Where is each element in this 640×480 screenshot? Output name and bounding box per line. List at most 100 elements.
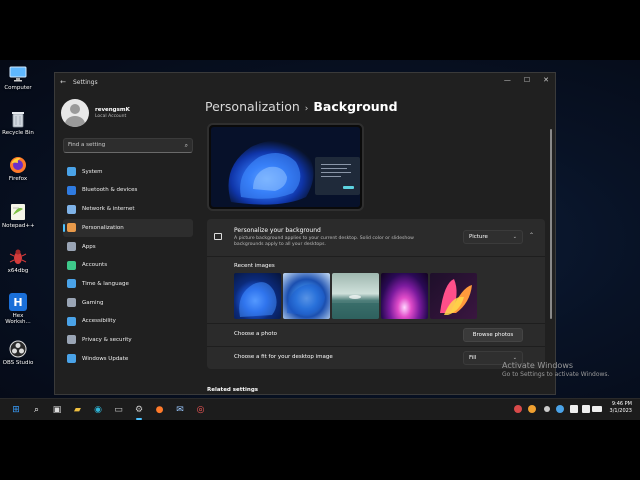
sidebar-item-gaming[interactable]: Gaming bbox=[63, 294, 193, 312]
settings-icon[interactable]: ⚙ bbox=[132, 403, 146, 420]
choose-photo-row: Choose a photo Browse photos bbox=[207, 323, 545, 345]
sidebar-item-label: Windows Update bbox=[82, 355, 129, 362]
clock-time: 9:46 PM bbox=[611, 401, 632, 407]
choose-photo-label: Choose a photo bbox=[234, 331, 278, 337]
desktop-icon-obs-studio[interactable]: OBS Studio bbox=[2, 340, 34, 366]
choose-fit-label: Choose a fit for your desktop image bbox=[234, 354, 333, 360]
search-icon[interactable]: ⌕ bbox=[185, 139, 188, 152]
monitor-icon bbox=[9, 65, 27, 83]
taskbar: ⊞ ⌕ ▣ ▰ ◉ ▭ ⚙ ● ✉ ◎ 9:46 PM 3/1/2023 bbox=[0, 398, 640, 420]
sidebar-item-privacy-security[interactable]: Privacy & security bbox=[63, 331, 193, 349]
recent-image-thumbnail[interactable] bbox=[283, 273, 330, 319]
user-name: revengsmK bbox=[95, 107, 130, 113]
search-input[interactable]: Find a setting ⌕ bbox=[63, 138, 193, 153]
recent-images-label: Recent images bbox=[234, 263, 275, 269]
search-placeholder: Find a setting bbox=[68, 142, 106, 148]
preview-wallpaper bbox=[211, 127, 360, 207]
recent-image-thumbnail[interactable] bbox=[381, 273, 428, 319]
recent-image-thumbnail[interactable] bbox=[234, 273, 281, 319]
wifi-icon[interactable] bbox=[570, 405, 578, 413]
obs-icon[interactable]: ◎ bbox=[194, 403, 208, 417]
desktop-icon-firefox[interactable]: Firefox bbox=[2, 156, 34, 182]
back-arrow-icon[interactable]: ← bbox=[55, 78, 71, 86]
sidebar-item-accessibility[interactable]: Accessibility bbox=[63, 313, 193, 331]
desktop-icon-computer[interactable]: Computer bbox=[2, 65, 34, 91]
desktop-icon-label: Computer bbox=[4, 85, 32, 91]
clock[interactable]: 9:46 PM 3/1/2023 bbox=[610, 401, 632, 415]
desktop-icon-x64dbg[interactable]: x64dbg bbox=[2, 248, 34, 274]
chevron-up-icon[interactable]: ⌃ bbox=[529, 232, 534, 239]
apps-icon bbox=[67, 242, 76, 251]
personalize-background-title: Personalize your background bbox=[234, 227, 321, 234]
sidebar-item-label: Accounts bbox=[82, 262, 108, 269]
minimize-icon[interactable]: — bbox=[504, 76, 511, 84]
shield-icon bbox=[67, 335, 76, 345]
sidebar-item-apps[interactable]: Apps bbox=[63, 238, 193, 256]
related-settings-heading: Related settings bbox=[207, 387, 259, 393]
sidebar-item-system[interactable]: System bbox=[63, 163, 193, 181]
settings-window: ← Settings — ☐ ✕ revengsmK Local Account… bbox=[54, 72, 556, 395]
desktop-icon-label: x64dbg bbox=[7, 268, 29, 274]
sidebar-item-personalization[interactable]: Personalization bbox=[63, 219, 193, 237]
background-type-dropdown[interactable]: Picture ⌄ bbox=[463, 230, 523, 244]
avatar bbox=[61, 99, 89, 127]
file-explorer-icon[interactable]: ▰ bbox=[71, 403, 85, 417]
fit-value: Fill bbox=[469, 355, 477, 361]
terminal-icon[interactable]: ▭ bbox=[112, 403, 126, 417]
recent-image-thumbnail[interactable] bbox=[430, 273, 477, 319]
search-icon[interactable]: ⌕ bbox=[30, 403, 44, 417]
title-bar: ← Settings — ☐ ✕ bbox=[55, 73, 555, 91]
sidebar-item-time-language[interactable]: Time & language bbox=[63, 275, 193, 293]
browse-photos-button[interactable]: Browse photos bbox=[463, 328, 523, 342]
account-type: Local Account bbox=[95, 114, 127, 119]
notepad-plus-plus-icon bbox=[9, 203, 27, 221]
debugger-bug-icon bbox=[9, 248, 27, 266]
choose-fit-row: Choose a fit for your desktop image Fill… bbox=[207, 346, 545, 368]
accounts-icon bbox=[67, 260, 76, 270]
recent-images bbox=[234, 273, 477, 319]
tray-app-icon[interactable] bbox=[528, 405, 536, 413]
breadcrumb-separator: › bbox=[304, 104, 309, 114]
background-type-value: Picture bbox=[469, 234, 488, 240]
tray-cloud-icon[interactable] bbox=[556, 405, 564, 413]
desktop-icon-notepad-plus-plus[interactable]: Notepad++ bbox=[2, 203, 35, 229]
user-profile[interactable]: revengsmK Local Account bbox=[61, 99, 130, 127]
bluetooth-icon bbox=[67, 185, 76, 195]
breadcrumb: Personalization › Background bbox=[205, 99, 398, 114]
scrollbar[interactable] bbox=[550, 129, 552, 319]
close-icon[interactable]: ✕ bbox=[543, 76, 549, 84]
page-title: Background bbox=[313, 99, 398, 114]
tray-antivirus-icon[interactable] bbox=[514, 405, 522, 413]
sidebar-item-accounts[interactable]: Accounts bbox=[63, 256, 193, 274]
sidebar-item-label: Bluetooth & devices bbox=[82, 187, 138, 194]
sidebar-item-label: Apps bbox=[82, 243, 96, 250]
desktop-icon-recycle-bin[interactable]: Recycle Bin bbox=[2, 110, 34, 136]
svg-text:H: H bbox=[13, 296, 22, 309]
chevron-down-icon: ⌄ bbox=[512, 234, 517, 240]
recent-image-thumbnail[interactable] bbox=[332, 273, 379, 319]
firefox-icon bbox=[9, 156, 27, 174]
sidebar-item-network-internet[interactable]: Network & internet bbox=[63, 200, 193, 218]
volume-icon[interactable] bbox=[582, 405, 590, 413]
desktop-icon-hex-workshop[interactable]: H Hex Worksh... bbox=[2, 293, 34, 325]
background-settings-card: Personalize your background A picture ba… bbox=[207, 219, 545, 369]
sidebar-item-label: Network & internet bbox=[82, 206, 135, 213]
system-icon bbox=[67, 167, 76, 177]
chevron-up-icon[interactable] bbox=[544, 406, 550, 412]
controller-icon bbox=[67, 298, 76, 308]
sidebar-item-bluetooth-devices[interactable]: Bluetooth & devices bbox=[63, 182, 193, 200]
edge-icon[interactable]: ◉ bbox=[91, 403, 105, 417]
sidebar-nav: System Bluetooth & devices Network & inter… bbox=[63, 163, 193, 369]
windows-start-icon[interactable]: ⊞ bbox=[9, 403, 23, 417]
maximize-icon[interactable]: ☐ bbox=[524, 76, 530, 84]
personalize-background-header[interactable]: Personalize your background A picture ba… bbox=[207, 219, 545, 257]
sidebar-item-windows-update[interactable]: Windows Update bbox=[63, 350, 193, 368]
breadcrumb-parent[interactable]: Personalization bbox=[205, 99, 300, 114]
task-view-icon[interactable]: ▣ bbox=[50, 403, 64, 417]
desktop-icon-label: OBS Studio bbox=[2, 360, 34, 366]
mail-icon[interactable]: ✉ bbox=[173, 403, 187, 417]
firefox-icon[interactable]: ● bbox=[153, 403, 167, 417]
sidebar-item-label: System bbox=[82, 168, 103, 175]
battery-icon[interactable] bbox=[592, 406, 602, 412]
sidebar-item-label: Gaming bbox=[82, 299, 104, 306]
